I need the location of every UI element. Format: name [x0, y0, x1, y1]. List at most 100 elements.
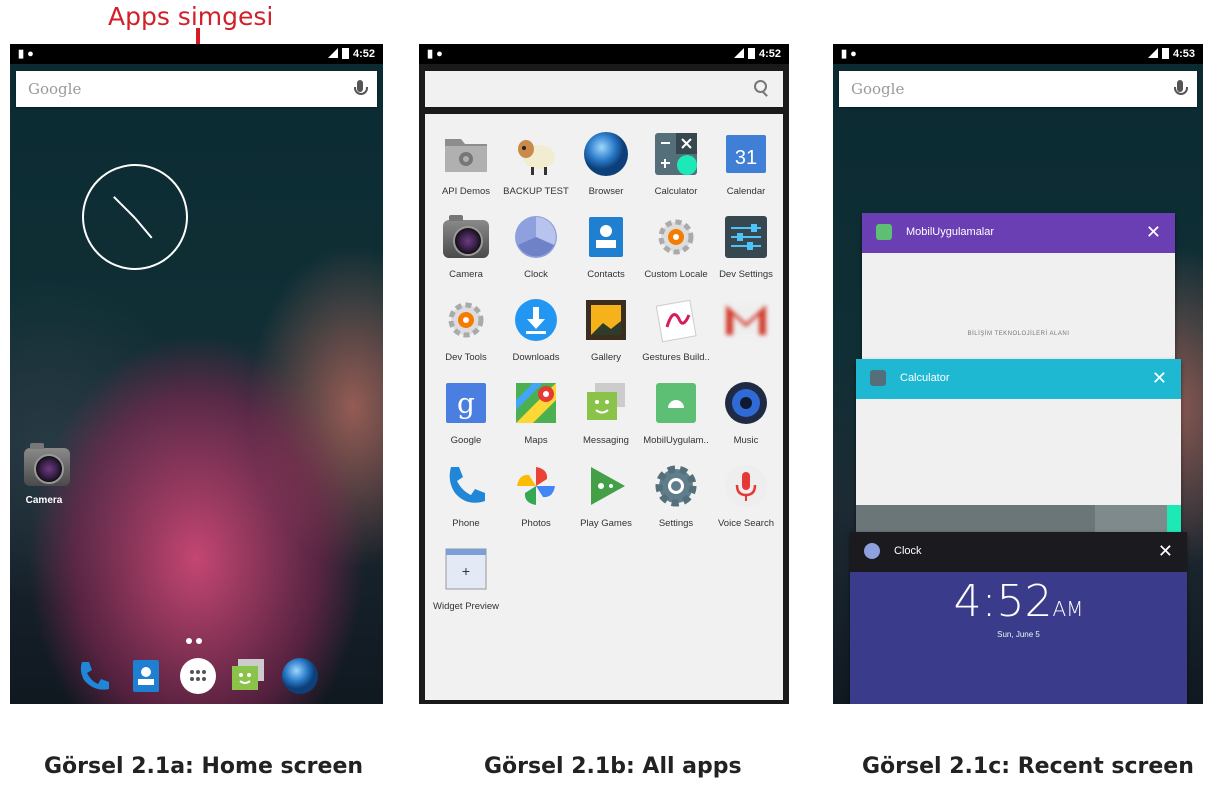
mic-icon[interactable]: [1174, 80, 1188, 95]
analog-clock-widget[interactable]: [82, 164, 188, 270]
app-widget-preview[interactable]: + Widget Preview: [431, 546, 501, 612]
android-icon: [876, 224, 892, 240]
clock-date: Sun, June 5: [997, 630, 1040, 639]
globe-icon: [583, 131, 629, 177]
app-api-demos[interactable]: API Demos: [431, 131, 501, 197]
dock: [74, 656, 324, 696]
browser-icon[interactable]: [280, 656, 320, 696]
close-icon[interactable]: ✕: [1152, 368, 1167, 389]
svg-text:31: 31: [735, 147, 757, 169]
caption-home-screen: Görsel 2.1a: Home screen: [44, 754, 364, 779]
google-search-bar[interactable]: Google: [839, 71, 1197, 107]
recent-screen: ▮ ● 4:53 Google MobilUygulamalar ✕ BİLİŞ…: [833, 44, 1203, 704]
app-dev-tools[interactable]: Dev Tools: [431, 297, 501, 363]
app-maps[interactable]: Maps: [501, 380, 571, 446]
svg-text:+: +: [462, 563, 470, 579]
app-photos[interactable]: Photos: [501, 463, 571, 529]
app-gallery[interactable]: Gallery: [571, 297, 641, 363]
app-downloads[interactable]: Downloads: [501, 297, 571, 363]
card-title: Clock: [894, 545, 922, 557]
status-bar: ▮ ● 4:53: [833, 44, 1203, 64]
close-icon[interactable]: ✕: [1158, 541, 1173, 562]
folder-gear-icon: [443, 131, 489, 177]
app-settings[interactable]: Settings: [641, 463, 711, 529]
status-time: 4:53: [1172, 48, 1195, 60]
signal-icon: [1147, 48, 1158, 58]
recent-card-calculator[interactable]: Calculator ✕: [856, 359, 1181, 539]
signal-icon: [327, 48, 338, 58]
phone-icon[interactable]: [74, 656, 114, 696]
app-google[interactable]: g Google: [431, 380, 501, 446]
google-search-bar[interactable]: Google: [16, 71, 377, 107]
signal-icon: [733, 48, 744, 58]
calculator-icon: [870, 370, 886, 386]
app-contacts[interactable]: Contacts: [571, 214, 641, 280]
contacts-icon[interactable]: [126, 656, 166, 696]
messaging-icon: [583, 380, 629, 426]
maps-icon: [513, 380, 559, 426]
svg-text:g: g: [457, 387, 475, 420]
app-browser[interactable]: Browser: [571, 131, 641, 197]
app-backup-test[interactable]: BACKUP TEST: [501, 131, 571, 197]
clock-icon: [864, 543, 880, 559]
status-time: 4:52: [352, 48, 375, 60]
digital-clock: 4:52AM: [850, 576, 1187, 627]
status-time: 4:52: [758, 48, 781, 60]
google-icon: g: [443, 380, 489, 426]
notification-icons: ▮ ●: [427, 48, 443, 60]
pinwheel-icon: [513, 463, 559, 509]
status-bar: ▮ ● 4:52: [419, 44, 789, 64]
speaker-icon: [723, 380, 769, 426]
mic-icon[interactable]: [354, 80, 368, 95]
search-icon[interactable]: [754, 80, 767, 93]
page-indicator: [186, 631, 206, 649]
caption-recent-screen: Görsel 2.1c: Recent screen: [862, 754, 1194, 779]
settings-gear-icon: [653, 463, 699, 509]
play-games-icon: [583, 463, 629, 509]
app-music[interactable]: Music: [711, 380, 781, 446]
apps-icon-annotation: Apps simgesi: [108, 2, 274, 31]
app-calendar[interactable]: 31 Calendar: [711, 131, 781, 197]
camera-icon: [443, 214, 489, 260]
card-body-text: BİLİŞİM TEKNOLOJİLERİ ALANI: [967, 331, 1070, 337]
app-search-bar[interactable]: [425, 71, 783, 107]
clock-time: 4:52: [953, 576, 1053, 627]
gmail-icon: [723, 297, 769, 343]
clock-ampm: AM: [1052, 597, 1084, 621]
card-title: MobilUygulamalar: [906, 226, 995, 238]
app-play-games[interactable]: Play Games: [571, 463, 641, 529]
calendar-icon: 31: [723, 131, 769, 177]
battery-icon: [1161, 48, 1169, 59]
messaging-icon[interactable]: [228, 656, 268, 696]
caption-all-apps: Görsel 2.1b: All apps: [484, 754, 742, 779]
app-custom-locale[interactable]: Custom Locale: [641, 214, 711, 280]
notification-icons: ▮ ●: [841, 48, 857, 60]
app-phone[interactable]: Phone: [431, 463, 501, 529]
android-icon: [653, 380, 699, 426]
gear-icon: [653, 214, 699, 260]
calculator-icon: [653, 131, 699, 177]
app-gestures-builder[interactable]: Gestures Build..: [641, 297, 711, 363]
app-gmail-blurred[interactable]: [711, 297, 781, 352]
app-drawer: API Demos BACKUP TEST Browser Calculator…: [425, 114, 783, 700]
recent-card-clock[interactable]: Clock ✕ 4:52AM Sun, June 5: [850, 532, 1187, 704]
search-placeholder: Google: [28, 80, 82, 98]
clock-minute-hand: [113, 196, 136, 219]
apps-icon[interactable]: [178, 656, 218, 696]
app-voice-search[interactable]: Voice Search: [711, 463, 781, 529]
clock-hour-hand: [134, 217, 153, 239]
close-icon[interactable]: ✕: [1146, 222, 1161, 243]
app-messaging[interactable]: Messaging: [571, 380, 641, 446]
app-clock[interactable]: Clock: [501, 214, 571, 280]
sliders-icon: [723, 214, 769, 260]
app-calculator[interactable]: Calculator: [641, 131, 711, 197]
app-dev-settings[interactable]: Dev Settings: [711, 214, 781, 280]
gear-icon: [443, 297, 489, 343]
battery-icon: [747, 48, 755, 59]
camera-app-label: Camera: [25, 495, 63, 506]
phone-icon: [443, 463, 489, 509]
app-mobiluygulamalar[interactable]: MobilUygulam..: [641, 380, 711, 446]
camera-app-icon[interactable]: [24, 443, 70, 486]
app-camera[interactable]: Camera: [431, 214, 501, 280]
widget-preview-icon: +: [443, 546, 489, 592]
